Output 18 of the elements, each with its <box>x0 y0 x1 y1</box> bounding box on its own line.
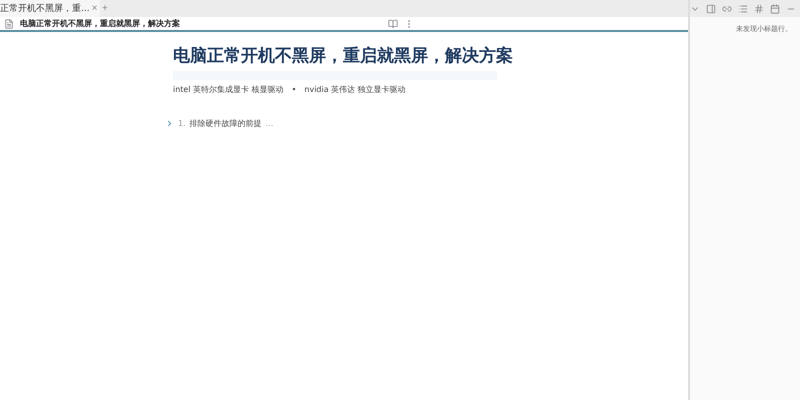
outline-item[interactable]: 排除硬件故障的前提 <box>190 118 262 129</box>
chevron-icon[interactable] <box>165 119 174 128</box>
calendar-icon[interactable] <box>770 4 780 14</box>
link[interactable]: intel 英特尔集成显卡 核显驱动 <box>173 84 284 95</box>
list-icon[interactable] <box>738 4 748 14</box>
document-icon <box>4 18 14 28</box>
item-number: 1. <box>178 119 186 128</box>
document-title: 电脑正常开机不黑屏，重启就黑屏，解决方案 <box>20 18 180 29</box>
book-icon[interactable] <box>388 18 398 28</box>
ellipsis: ... <box>266 119 274 128</box>
link[interactable]: nvidia 英伟达 独立显卡驱动 <box>304 84 406 95</box>
tab-title: 正常开机不黑屏，重... <box>0 2 90 15</box>
hash-icon[interactable] <box>754 4 764 14</box>
link[interactable]: • <box>292 85 296 94</box>
panel-icon[interactable] <box>706 4 716 14</box>
page-heading: 电脑正常开机不黑屏，重启就黑屏，解决方案 <box>173 45 514 67</box>
document-tab[interactable]: 正常开机不黑屏，重... × <box>0 0 100 17</box>
link-icon[interactable] <box>722 4 732 14</box>
